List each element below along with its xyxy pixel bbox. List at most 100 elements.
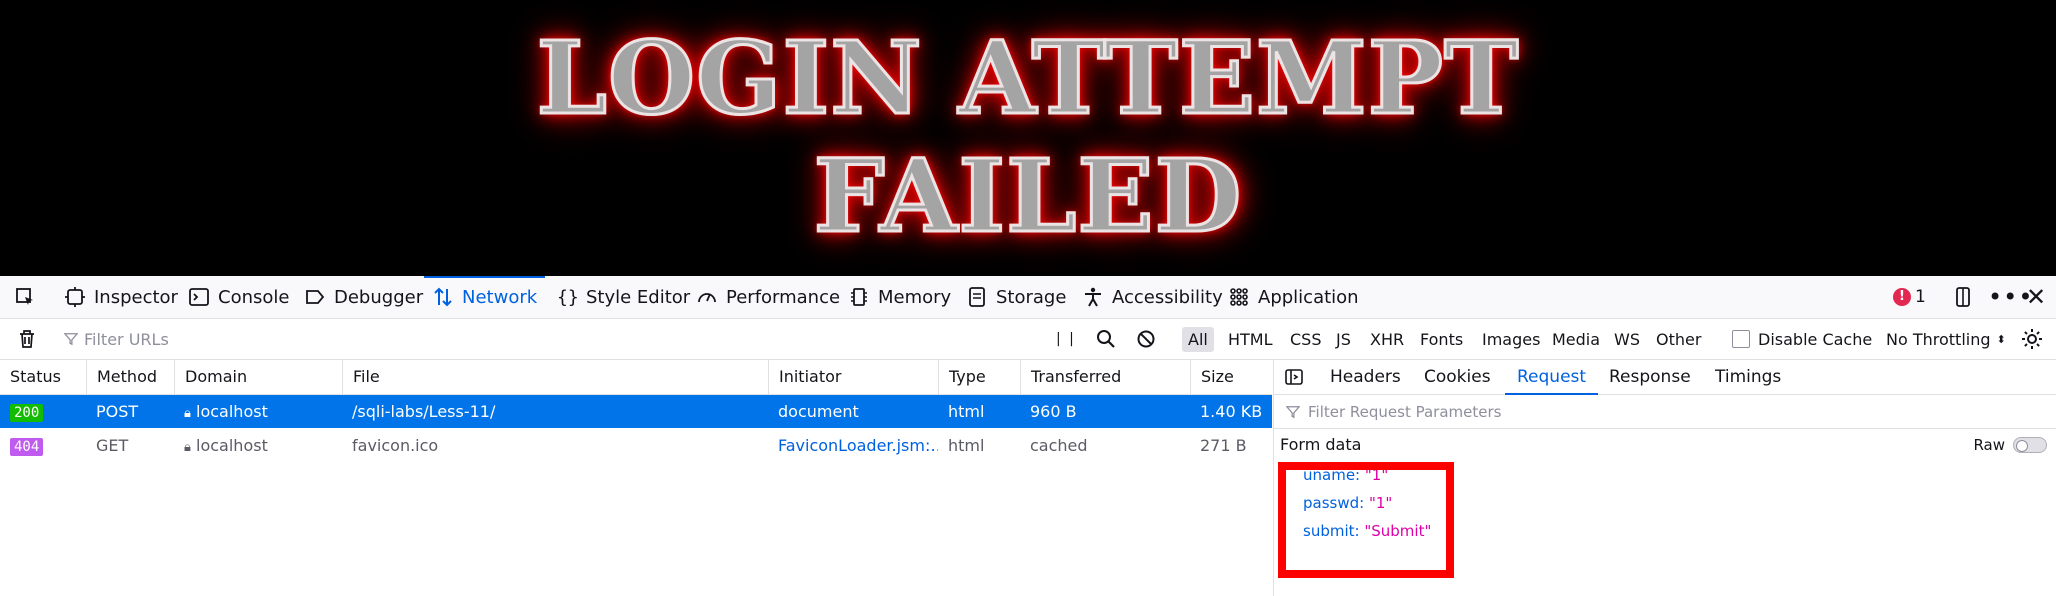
- network-icon: [434, 287, 452, 307]
- type-filter-label: WS: [1614, 329, 1640, 349]
- checkbox-box: [1732, 330, 1750, 348]
- search-icon: [1097, 330, 1115, 348]
- tab-timings[interactable]: Timings: [1715, 360, 1781, 394]
- trash-icon: [20, 330, 34, 348]
- close-devtools-button[interactable]: ✕: [2026, 276, 2046, 318]
- column-initiator[interactable]: Initiator: [768, 360, 938, 394]
- tab-application[interactable]: Application: [1228, 276, 1359, 318]
- element-picker-button[interactable]: [14, 276, 36, 318]
- application-icon: [1230, 288, 1248, 306]
- form-data-entry[interactable]: passwd: "1": [1303, 494, 1392, 512]
- disable-cache-checkbox[interactable]: Disable Cache: [1732, 319, 1872, 359]
- domain-cell: 🔒︎ localhost: [174, 429, 342, 462]
- transferred-cell: 960 B: [1030, 402, 1077, 421]
- banner-title-line1: LOGIN ATTEMPT: [535, 19, 1520, 137]
- form-data-title: Form data: [1280, 435, 1362, 454]
- search-button[interactable]: [1096, 319, 1116, 359]
- pick-element-icon: [16, 288, 33, 305]
- tab-request[interactable]: Request: [1504, 360, 1599, 395]
- tab-storage[interactable]: Storage: [966, 276, 1066, 318]
- column-domain[interactable]: Domain: [174, 360, 342, 394]
- type-filter-fonts[interactable]: Fonts: [1414, 319, 1469, 359]
- lock-icon: 🔒︎: [184, 406, 191, 421]
- table-row[interactable]: 200 POST 🔒︎ localhost /sqli-labs/Less-11…: [0, 395, 1272, 428]
- tab-performance[interactable]: Performance: [696, 276, 840, 318]
- domain-text: localhost: [196, 436, 268, 455]
- type-filter-media[interactable]: Media: [1546, 319, 1606, 359]
- form-data-key: submit:: [1303, 522, 1360, 540]
- type-filter-js[interactable]: JS: [1330, 319, 1357, 359]
- type-filter-label: XHR: [1370, 329, 1405, 349]
- raw-label: Raw: [1973, 436, 2005, 454]
- form-data-entry[interactable]: uname: "1": [1303, 466, 1388, 484]
- banner-title-line2: FAILED: [812, 137, 1243, 255]
- filter-urls-placeholder: Filter URLs: [84, 329, 169, 349]
- form-data-entry[interactable]: submit: "Submit": [1303, 522, 1431, 540]
- filter-icon: [64, 333, 78, 346]
- method-cell: POST: [96, 402, 139, 421]
- error-icon: !: [1893, 288, 1911, 306]
- type-filter-label: CSS: [1290, 329, 1322, 349]
- type-filter-label: Media: [1552, 329, 1601, 349]
- transferred-cell: cached: [1030, 436, 1088, 455]
- tab-debugger[interactable]: Debugger: [304, 276, 423, 318]
- throttling-value: No Throttling: [1886, 329, 1991, 349]
- type-filter-ws[interactable]: WS: [1608, 319, 1646, 359]
- tab-network[interactable]: Network: [423, 276, 546, 318]
- tab-accessibility[interactable]: Accessibility: [1082, 276, 1223, 318]
- type-filter-html[interactable]: HTML: [1222, 319, 1279, 359]
- request-params-filter-input[interactable]: Filter Request Parameters: [1274, 395, 2056, 429]
- tab-label: Performance: [726, 286, 841, 308]
- clear-requests-button[interactable]: [16, 319, 38, 359]
- tab-response[interactable]: Response: [1609, 360, 1691, 394]
- column-file[interactable]: File: [342, 360, 768, 394]
- tab-inspector[interactable]: Inspector: [64, 276, 178, 318]
- style-editor-icon: {}: [557, 287, 578, 308]
- table-row[interactable]: 404 GET 🔒︎ localhost favicon.ico Favicon…: [0, 429, 1272, 462]
- column-method[interactable]: Method: [86, 360, 174, 394]
- type-filter-css[interactable]: CSS: [1284, 319, 1327, 359]
- request-table-header: Status Method Domain File Initiator Type…: [0, 360, 1272, 395]
- form-data-key: uname:: [1303, 466, 1361, 484]
- type-filter-xhr[interactable]: XHR: [1364, 319, 1410, 359]
- size-cell: 271 B: [1200, 436, 1247, 455]
- column-transferred[interactable]: Transferred: [1020, 360, 1190, 394]
- request-params-filter-placeholder: Filter Request Parameters: [1308, 402, 1502, 421]
- toggle-sidebar-button[interactable]: [1284, 360, 1304, 394]
- tab-console[interactable]: Console: [188, 276, 289, 318]
- error-count-button[interactable]: ! 1: [1893, 276, 1926, 318]
- column-size[interactable]: Size: [1190, 360, 1272, 394]
- file-cell: /sqli-labs/Less-11/: [352, 402, 496, 421]
- block-button[interactable]: [1136, 319, 1156, 359]
- type-filter-label: Fonts: [1420, 329, 1464, 349]
- column-status[interactable]: Status: [0, 360, 86, 394]
- tab-label: Style Editor: [586, 286, 691, 308]
- initiator-link[interactable]: FaviconLoader.jsm:…: [768, 429, 938, 462]
- type-cell: html: [948, 436, 985, 455]
- lock-icon: 🔒︎: [184, 440, 191, 455]
- gear-icon: [2022, 329, 2042, 349]
- tab-memory[interactable]: Memory: [848, 276, 951, 318]
- type-filter-images[interactable]: Images: [1476, 319, 1546, 359]
- type-filter-other[interactable]: Other: [1650, 319, 1707, 359]
- type-filter-label: HTML: [1228, 329, 1273, 349]
- pause-button[interactable]: | |: [1056, 319, 1076, 359]
- raw-toggle[interactable]: [2013, 437, 2047, 453]
- network-filter-bar: Filter URLs | | All HTML CSS JS XHR Font…: [0, 319, 2056, 360]
- type-cell: html: [948, 402, 985, 421]
- tab-headers[interactable]: Headers: [1330, 360, 1401, 394]
- form-data-section-header: Form data Raw: [1274, 429, 2056, 461]
- devtools-toolbar: Inspector Console Debugger Network {} St…: [0, 276, 2056, 319]
- throttling-select[interactable]: No Throttling ⬍: [1886, 319, 2006, 359]
- accessibility-icon: [1085, 287, 1101, 307]
- column-type[interactable]: Type: [938, 360, 1020, 394]
- file-cell: favicon.ico: [352, 436, 439, 455]
- dock-options-button[interactable]: [1952, 276, 1974, 318]
- type-filter-all[interactable]: All: [1182, 319, 1214, 359]
- tab-label: Network: [462, 286, 538, 308]
- network-settings-button[interactable]: [2020, 319, 2044, 359]
- filter-urls-input[interactable]: Filter URLs: [64, 319, 169, 359]
- tab-style-editor[interactable]: {} Style Editor: [556, 276, 690, 318]
- tab-cookies[interactable]: Cookies: [1424, 360, 1491, 394]
- tab-label: Accessibility: [1112, 286, 1223, 308]
